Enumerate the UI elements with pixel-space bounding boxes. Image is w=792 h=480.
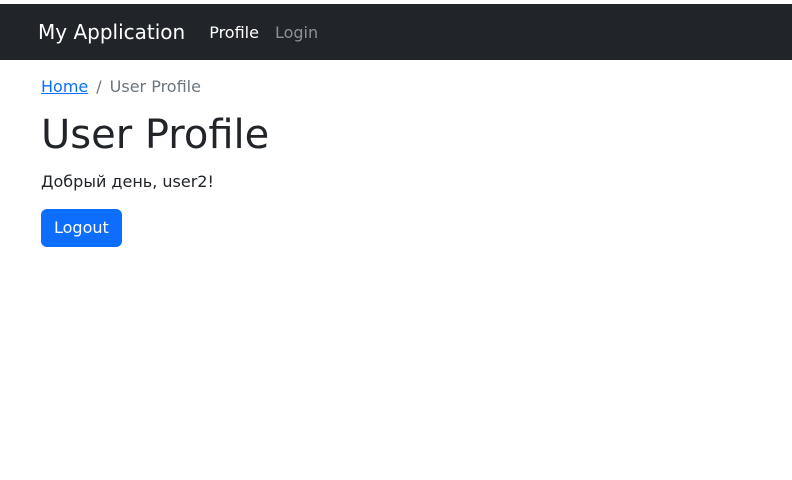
logout-button[interactable]: Logout [41,209,122,247]
breadcrumb-home-link[interactable]: Home [41,77,88,96]
main-content: Home / User Profile User Profile Добрый … [0,60,792,247]
greeting-text: Добрый день, user2! [41,172,214,191]
nav-link-profile[interactable]: Profile [209,23,259,42]
brand-link[interactable]: My Application [38,20,185,44]
breadcrumb: Home / User Profile [41,76,792,96]
breadcrumb-separator: / [96,76,102,96]
nav-link-login[interactable]: Login [275,23,318,42]
page-title: User Profile [41,112,270,158]
breadcrumb-current: User Profile [109,76,201,96]
navbar: My Application Profile Login [0,4,792,60]
